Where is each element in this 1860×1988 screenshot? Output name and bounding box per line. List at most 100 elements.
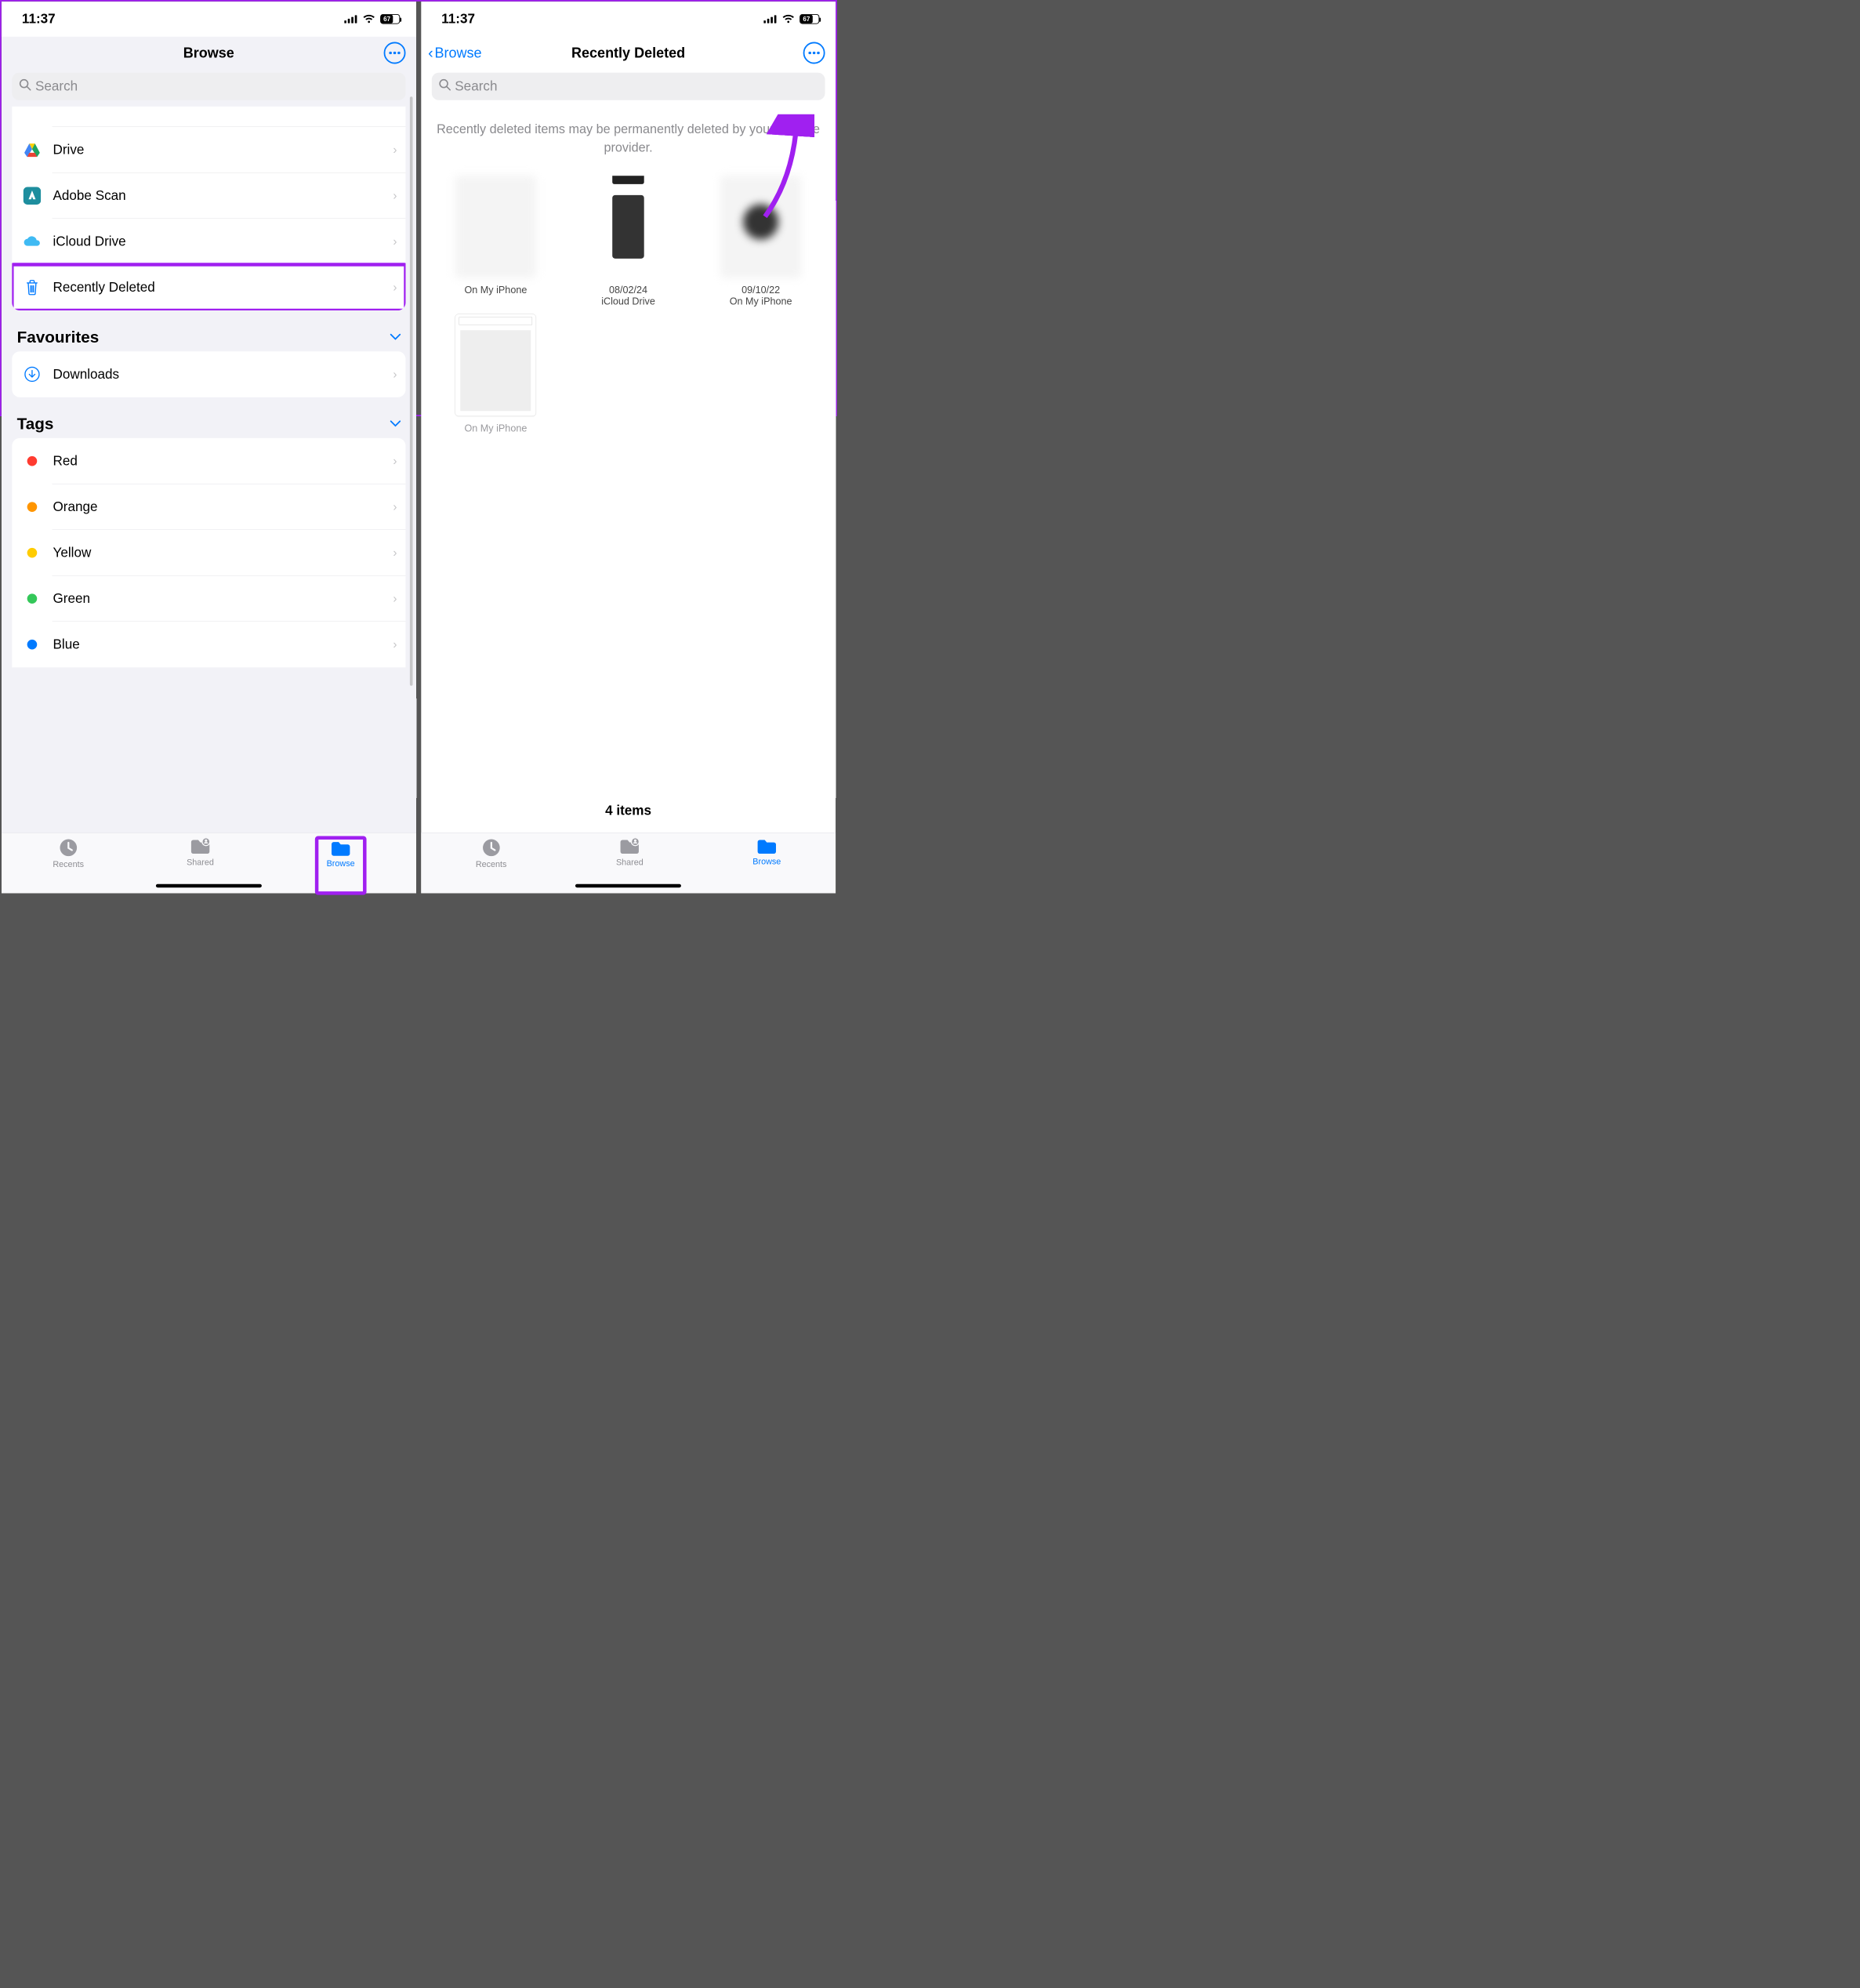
- chevron-right-icon: ›: [393, 454, 397, 468]
- file-location: On My iPhone: [730, 296, 792, 307]
- page-title: Browse: [183, 45, 234, 60]
- tag-item-green[interactable]: Green ›: [12, 575, 405, 622]
- list-item-label: Adobe Scan: [44, 188, 393, 203]
- wifi-icon: [362, 14, 375, 24]
- tag-dot-icon: [27, 502, 38, 512]
- search-input[interactable]: Search: [12, 73, 405, 100]
- notice-text: Recently deleted items may be permanentl…: [421, 107, 836, 161]
- list-item-downloads[interactable]: Downloads ›: [12, 351, 405, 397]
- chevron-left-icon: ‹: [428, 44, 433, 62]
- tab-label: Shared: [616, 858, 644, 868]
- icloud-icon: [20, 235, 44, 248]
- section-header-favourites[interactable]: Favourites: [17, 328, 401, 346]
- phone-left: 11:37 67 Browse: [2, 2, 416, 894]
- clock-icon: [481, 838, 501, 858]
- nav-bar: Browse: [2, 37, 416, 69]
- tag-dot-icon: [27, 640, 38, 650]
- file-item[interactable]: On My iPhone: [430, 172, 562, 310]
- tab-browse[interactable]: Browse: [317, 838, 364, 894]
- search-placeholder: Search: [35, 79, 78, 94]
- more-options-button[interactable]: [383, 42, 405, 64]
- cellular-signal-icon: [763, 15, 777, 24]
- list-item-icloud-drive[interactable]: iCloud Drive ›: [12, 219, 405, 265]
- tab-label: Recents: [476, 860, 507, 870]
- tab-label: Recents: [53, 860, 84, 870]
- tag-dot-icon: [27, 456, 38, 466]
- chevron-down-icon: [390, 331, 401, 343]
- list-item-label: Downloads: [44, 367, 393, 382]
- tab-label: Browse: [752, 857, 781, 867]
- chevron-right-icon: ›: [393, 143, 397, 157]
- list-item-label: Green: [44, 591, 393, 606]
- clock-icon: [59, 838, 78, 858]
- tag-item-blue[interactable]: Blue ›: [12, 622, 405, 668]
- tab-browse[interactable]: Browse: [752, 838, 781, 894]
- file-thumbnail: [455, 176, 537, 278]
- battery-icon: 67: [380, 14, 400, 24]
- list-item-adobe-scan[interactable]: Adobe Scan ›: [12, 173, 405, 219]
- phone-right: 11:37 67 ‹ Browse Recently Deleted: [421, 2, 836, 894]
- file-location: On My iPhone: [465, 423, 528, 434]
- chevron-right-icon: ›: [393, 368, 397, 382]
- items-grid: On My iPhone 08/02/24 iCloud Drive 09/10…: [421, 160, 836, 449]
- chevron-right-icon: ›: [393, 546, 397, 560]
- more-options-button[interactable]: [803, 42, 825, 64]
- back-button[interactable]: ‹ Browse: [428, 44, 481, 62]
- search-icon: [19, 78, 31, 94]
- file-date: 08/02/24: [609, 285, 647, 296]
- list-item-recently-deleted[interactable]: Recently Deleted ›: [12, 265, 405, 311]
- back-label: Browse: [434, 45, 481, 60]
- chevron-right-icon: ›: [393, 189, 397, 203]
- file-item[interactable]: 08/02/24 iCloud Drive: [562, 172, 694, 310]
- tab-recents[interactable]: Recents: [476, 838, 507, 894]
- shared-folder-icon: [619, 838, 640, 856]
- chevron-right-icon: ›: [393, 592, 397, 606]
- list-item-label: Red: [44, 453, 393, 468]
- status-bar: 11:37 67: [421, 2, 836, 37]
- tab-label: Shared: [187, 858, 214, 868]
- list-item-label: Yellow: [44, 545, 393, 560]
- file-thumbnail: [720, 176, 802, 278]
- search-input[interactable]: Search: [432, 73, 825, 100]
- chevron-down-icon: [390, 418, 401, 430]
- shared-folder-icon: [190, 838, 211, 856]
- list-item-drive[interactable]: Drive ›: [12, 127, 405, 173]
- tag-dot-icon: [27, 593, 38, 604]
- search-icon: [439, 78, 451, 94]
- download-icon: [20, 366, 44, 383]
- folder-icon: [330, 840, 351, 857]
- tab-recents[interactable]: Recents: [53, 838, 84, 894]
- page-title: Recently Deleted: [571, 45, 685, 60]
- file-item[interactable]: On My iPhone: [430, 310, 562, 437]
- scroll-indicator: [410, 96, 413, 686]
- search-placeholder: Search: [455, 79, 497, 94]
- battery-icon: 67: [799, 14, 819, 24]
- tag-item-yellow[interactable]: Yellow ›: [12, 530, 405, 576]
- home-indicator[interactable]: [575, 884, 681, 888]
- chevron-right-icon: ›: [393, 500, 397, 514]
- list-item-partial[interactable]: [12, 113, 405, 127]
- tag-item-red[interactable]: Red ›: [12, 438, 405, 484]
- google-drive-icon: [20, 143, 44, 157]
- file-location: On My iPhone: [465, 285, 528, 296]
- tag-dot-icon: [27, 548, 38, 558]
- tag-item-orange[interactable]: Orange ›: [12, 484, 405, 530]
- status-time: 11:37: [441, 12, 475, 27]
- tab-bar: Recents Shared Browse: [2, 833, 416, 893]
- trash-icon: [20, 279, 44, 296]
- status-time: 11:37: [22, 12, 56, 27]
- nav-bar: ‹ Browse Recently Deleted: [421, 37, 836, 69]
- section-title: Tags: [17, 414, 54, 433]
- list-item-label: Orange: [44, 499, 393, 514]
- tags-list: Red › Orange › Yellow › Green ›: [12, 438, 405, 668]
- file-item[interactable]: 09/10/22 On My iPhone: [694, 172, 827, 310]
- list-item-label: iCloud Drive: [44, 234, 393, 249]
- file-thumbnail: [455, 314, 537, 417]
- file-location: iCloud Drive: [601, 296, 655, 307]
- section-title: Favourites: [17, 328, 100, 346]
- status-bar: 11:37 67: [2, 2, 416, 37]
- tab-label: Browse: [327, 859, 355, 869]
- home-indicator[interactable]: [156, 884, 262, 888]
- file-date: 09/10/22: [741, 285, 780, 296]
- section-header-tags[interactable]: Tags: [17, 414, 401, 433]
